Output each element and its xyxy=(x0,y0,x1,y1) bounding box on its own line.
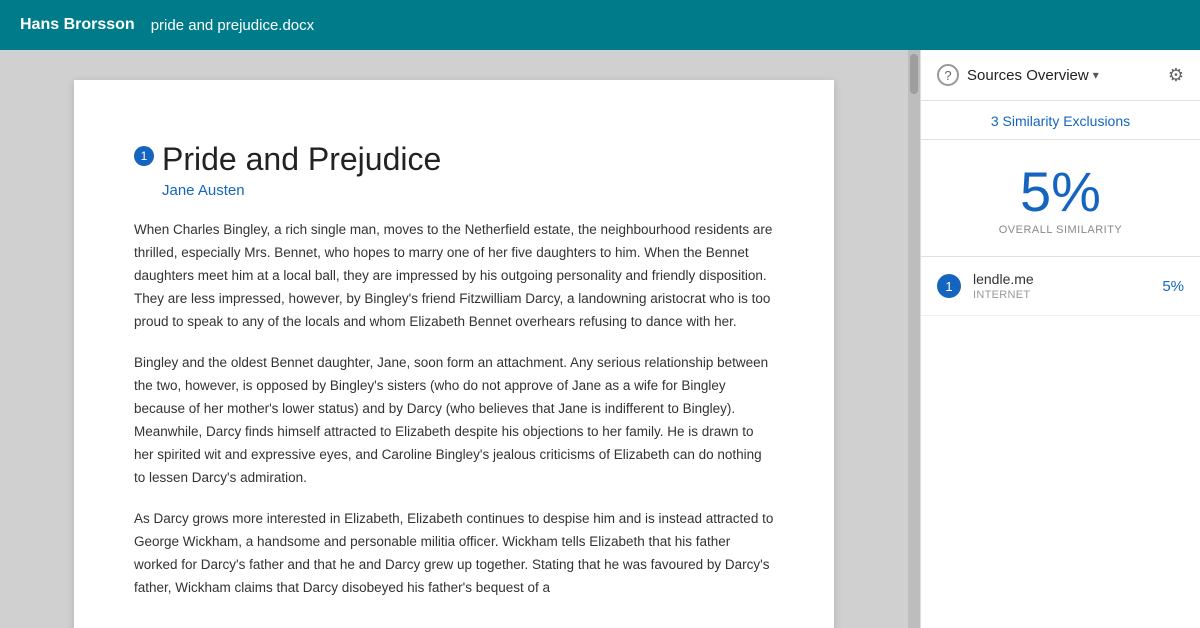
source-badge: 1 xyxy=(937,274,961,298)
chevron-down-icon: ▾ xyxy=(1093,68,1099,82)
app-header: Hans Brorsson pride and prejudice.docx xyxy=(0,0,1200,50)
similarity-exclusions-link[interactable]: 3 Similarity Exclusions xyxy=(991,113,1130,129)
doc-paragraph-2: Bingley and the oldest Bennet daughter, … xyxy=(134,352,774,490)
doc-paragraph-1: When Charles Bingley, a rich single man,… xyxy=(134,219,774,334)
sidebar-header-left: ? Sources Overview ▾ xyxy=(937,64,1099,86)
document-paper: 1 Pride and Prejudice Jane Austen When C… xyxy=(74,80,834,628)
filename: pride and prejudice.docx xyxy=(151,17,314,34)
overall-similarity-section: 5% OVERALL SIMILARITY xyxy=(921,140,1200,257)
doc-author: Jane Austen xyxy=(162,182,774,199)
document-area: 1 Pride and Prejudice Jane Austen When C… xyxy=(0,50,908,628)
sidebar-header: ? Sources Overview ▾ ⚙ xyxy=(921,50,1200,101)
scrollbar-thumb[interactable] xyxy=(910,54,918,94)
source-info: lendle.me INTERNET xyxy=(973,271,1162,301)
doc-title: Pride and Prejudice xyxy=(162,140,441,178)
similarity-label: OVERALL SIMILARITY xyxy=(937,224,1184,236)
doc-title-wrapper: 1 Pride and Prejudice xyxy=(134,140,774,178)
similarity-exclusions-section: 3 Similarity Exclusions xyxy=(921,101,1200,140)
doc-title-badge: 1 xyxy=(134,146,154,166)
source-percent: 5% xyxy=(1162,278,1184,295)
similarity-percent: 5% xyxy=(937,164,1184,220)
gear-icon[interactable]: ⚙ xyxy=(1168,65,1184,86)
source-item[interactable]: 1 lendle.me INTERNET 5% xyxy=(921,257,1200,316)
source-list: 1 lendle.me INTERNET 5% xyxy=(921,257,1200,628)
source-name: lendle.me xyxy=(973,271,1162,287)
sources-overview-button[interactable]: Sources Overview ▾ xyxy=(967,67,1099,84)
right-sidebar: ? Sources Overview ▾ ⚙ 3 Similarity Excl… xyxy=(920,50,1200,628)
username: Hans Brorsson xyxy=(20,16,135,34)
main-content: 1 Pride and Prejudice Jane Austen When C… xyxy=(0,50,1200,628)
sources-overview-label: Sources Overview xyxy=(967,67,1089,84)
scrollbar-track[interactable] xyxy=(908,50,920,628)
doc-paragraph-3: As Darcy grows more interested in Elizab… xyxy=(134,508,774,600)
source-type: INTERNET xyxy=(973,289,1162,301)
help-icon[interactable]: ? xyxy=(937,64,959,86)
